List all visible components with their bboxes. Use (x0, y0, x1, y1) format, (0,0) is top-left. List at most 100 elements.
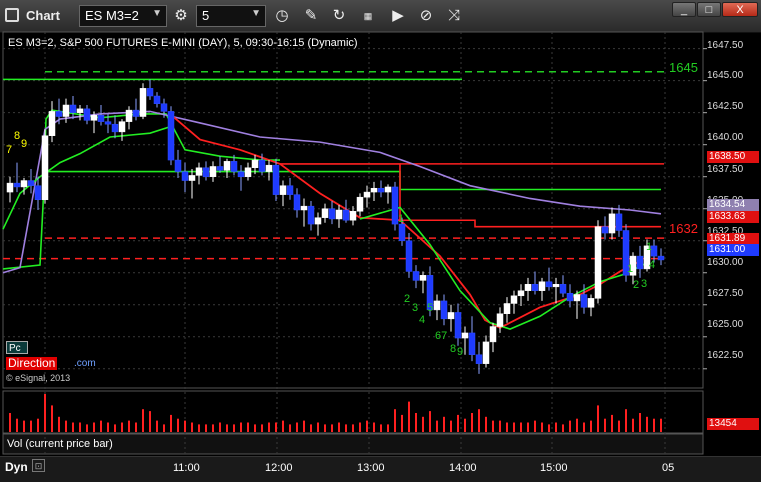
candle-body (265, 164, 273, 172)
candle-body (454, 312, 462, 339)
volume-bar (471, 413, 473, 432)
volume-bar (177, 418, 179, 432)
candle-body (594, 226, 602, 299)
candle-body (419, 275, 427, 281)
candle-body (244, 167, 252, 177)
volume-bar (485, 416, 487, 432)
candle-body (216, 166, 224, 171)
volume-label: Vol (current price bar) (7, 438, 113, 450)
y-tick: 1630.00 (707, 257, 744, 268)
candle-body (475, 354, 483, 364)
volume-bar (51, 405, 53, 432)
volume-bar (331, 424, 333, 432)
volume-bar (625, 409, 627, 432)
candle-body (496, 313, 504, 327)
candle-body (433, 300, 441, 311)
candle-body (167, 111, 175, 161)
candle-body (160, 103, 168, 112)
candle-body (111, 123, 119, 133)
candle-body (293, 194, 301, 211)
volume-bar (646, 416, 648, 432)
volume-bar (457, 414, 459, 432)
volume-bar (219, 422, 221, 432)
candle-body (41, 135, 49, 201)
volume-bar (149, 411, 151, 432)
dyn-label[interactable]: Dyn (5, 460, 28, 474)
volume-bar (261, 424, 263, 432)
candle-body (482, 341, 490, 364)
candle-body (174, 159, 182, 172)
candle-body (62, 104, 70, 117)
candle-body (405, 240, 413, 272)
volume-bar (527, 422, 529, 432)
volume-bar (478, 409, 480, 432)
volume-bar (65, 420, 67, 432)
candle-body (251, 159, 259, 168)
volume-bar (16, 418, 18, 432)
x-tick: 15:00 (540, 462, 568, 474)
wave-label: 1 (398, 213, 405, 225)
candle-body (76, 108, 84, 113)
volume-bar (450, 420, 452, 432)
candle-body (307, 205, 315, 225)
volume-bar (562, 424, 564, 432)
candle-body (132, 109, 140, 117)
candle-body (580, 294, 588, 308)
candle-body (300, 205, 308, 211)
direction-suffix: .com (74, 358, 96, 369)
volume-bar (205, 424, 207, 432)
volume-bar (653, 418, 655, 432)
candle-body (447, 312, 455, 320)
volume-bar (72, 422, 74, 432)
wave-label: 8 (450, 343, 457, 355)
candle-body (552, 284, 560, 288)
volume-bar (401, 414, 403, 432)
copyright: © eSignal, 2013 (6, 373, 71, 383)
volume-bar (548, 424, 550, 432)
volume-bar (380, 424, 382, 432)
volume-bar (212, 424, 214, 432)
candle-body (363, 191, 371, 198)
candle-body (538, 281, 546, 291)
candle-body (125, 109, 133, 122)
y-tick: 1647.50 (707, 40, 744, 51)
x-tick: 11:00 (173, 462, 200, 474)
volume-bar (436, 420, 438, 432)
candle-body (335, 209, 343, 220)
candle-body (636, 255, 644, 270)
volume-bar (233, 424, 235, 432)
candle-body (223, 161, 231, 171)
price-tag-volume: 13454 (707, 418, 759, 430)
volume-bar (135, 422, 137, 432)
volume-bar (163, 424, 165, 432)
lock-icon[interactable]: ⊡ (32, 459, 45, 472)
candle-body (90, 114, 98, 121)
candle-body (6, 182, 14, 193)
volume-bar (317, 422, 319, 432)
volume-bar (415, 413, 417, 432)
volume-bar (226, 424, 228, 432)
volume-bar (170, 414, 172, 432)
candle-body (370, 187, 378, 193)
volume-bar (639, 413, 641, 432)
volume-bar (520, 422, 522, 432)
candle-body (566, 292, 574, 302)
volume-bar (142, 409, 144, 432)
candle-body (27, 180, 35, 186)
candle-body (321, 208, 329, 218)
volume-bar (359, 422, 361, 432)
candle-body (20, 180, 28, 188)
volume-bar (44, 394, 46, 432)
x-tick: 13:00 (357, 462, 385, 474)
volume-bar (492, 420, 494, 432)
candle-body (615, 213, 623, 231)
volume-bar (191, 422, 193, 432)
candle-body (349, 211, 357, 221)
volume-bar (366, 420, 368, 432)
candle-body (384, 186, 392, 193)
volume-bar (422, 416, 424, 432)
volume-bar (282, 420, 284, 432)
candle-body (601, 226, 609, 234)
volume-bar (79, 422, 81, 432)
volume-bar (198, 424, 200, 432)
